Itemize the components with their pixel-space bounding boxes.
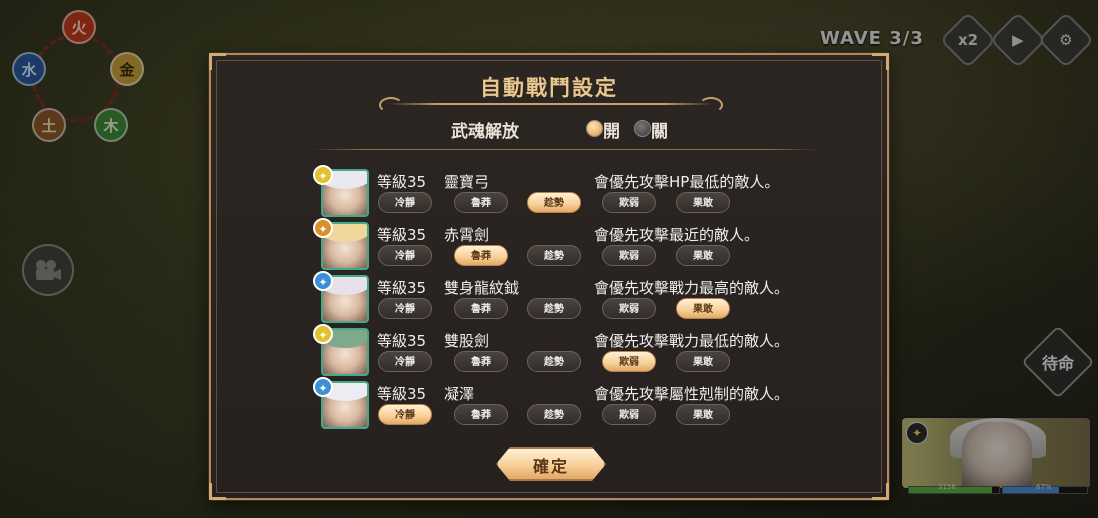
strategy-description: 會優先攻擊最近的敵人。	[594, 226, 760, 244]
strategy-weak-button[interactable]: 欺弱	[602, 298, 656, 319]
strategy-calm-button[interactable]: 冷靜	[378, 298, 432, 319]
character-level: 等級35	[377, 332, 427, 350]
soul-release-on-radio[interactable]	[586, 120, 603, 137]
strategy-trend-button[interactable]: 趁勢	[527, 404, 581, 425]
strategy-rash-button[interactable]: 魯莽	[454, 351, 508, 372]
strategy-bold-button[interactable]: 果敢	[676, 245, 730, 266]
soul-release-row: 武魂解放 開 關	[211, 117, 887, 143]
strategy-bold-button[interactable]: 果敢	[676, 351, 730, 372]
dialog-corner	[209, 483, 226, 500]
strategy-calm-button[interactable]: 冷靜	[378, 245, 432, 266]
strategy-description: 會優先攻擊戰力最高的敵人。	[594, 279, 790, 297]
ornament-curl	[699, 97, 723, 113]
strategy-rash-button[interactable]: 魯莽	[454, 245, 508, 266]
dialog-corner	[872, 483, 889, 500]
strategy-calm-button[interactable]: 冷靜	[378, 351, 432, 372]
confirm-button[interactable]: 確定	[496, 447, 606, 481]
strategy-weak-button[interactable]: 欺弱	[602, 351, 656, 372]
character-row: ✦ 等級35 凝澤 會優先攻擊屬性剋制的敵人。冷靜 魯莽 趁勢 欺弱 果敢	[311, 377, 811, 430]
soul-release-on-label[interactable]: 開	[603, 117, 620, 142]
strategy-description: 會優先攻擊戰力最低的敵人。	[594, 332, 790, 350]
strategy-rash-button[interactable]: 魯莽	[454, 192, 508, 213]
strategy-weak-button[interactable]: 欺弱	[602, 192, 656, 213]
weapon-type-icon: ✦	[313, 271, 333, 291]
dialog-corner	[872, 53, 889, 70]
weapon-name: 靈寶弓	[444, 173, 490, 191]
strategy-description: 會優先攻擊屬性剋制的敵人。	[594, 385, 790, 403]
auto-battle-dialog: 自動戰鬥設定 武魂解放 開 關 ✦ 等級35 靈寶弓 會優先攻擊HP最低的敵人。 冷靜魯…	[209, 53, 889, 500]
strategy-description: 會優先攻擊HP最低的敵人。	[594, 173, 780, 191]
strategy-calm-button[interactable]: 冷靜	[378, 192, 432, 213]
soul-release-off-label[interactable]: 關	[651, 117, 668, 142]
title-ornament	[379, 97, 723, 113]
divider	[311, 149, 819, 150]
character-level: 等級35	[377, 173, 427, 191]
confirm-label: 確定	[532, 457, 569, 476]
weapon-type-icon: ✦	[313, 165, 333, 185]
ornament-line	[389, 103, 713, 105]
character-level: 等級35	[377, 226, 427, 244]
soul-release-off-radio[interactable]	[634, 120, 651, 137]
character-row: ✦ 等級35 雙股劍 會優先攻擊戰力最低的敵人。冷靜 魯莽 趁勢 欺弱 果敢	[311, 324, 811, 377]
strategy-weak-button[interactable]: 欺弱	[602, 245, 656, 266]
weapon-name: 雙股劍	[444, 332, 490, 350]
character-list: ✦ 等級35 靈寶弓 會優先攻擊HP最低的敵人。 冷靜 魯莽 趁勢 欺弱 果敢 ✦ 等級35 赤霄劍會…	[311, 165, 811, 430]
strategy-rash-button[interactable]: 魯莽	[454, 298, 508, 319]
weapon-type-icon: ✦	[313, 377, 333, 397]
ornament-curl	[379, 97, 403, 113]
strategy-trend-button[interactable]: 趁勢	[527, 192, 581, 213]
soul-release-label: 武魂解放	[451, 122, 519, 142]
weapon-type-icon: ✦	[313, 324, 333, 344]
character-row: ✦ 等級35 雙身龍紋鉞 會優先攻擊戰力最高的敵人。冷靜 魯莽 趁勢 欺弱 果敢	[311, 271, 811, 324]
strategy-rash-button[interactable]: 魯莽	[454, 404, 508, 425]
dialog-corner	[209, 53, 226, 70]
weapon-type-icon: ✦	[313, 218, 333, 238]
strategy-calm-button[interactable]: 冷靜	[378, 404, 432, 425]
strategy-bold-button[interactable]: 果敢	[676, 192, 730, 213]
character-level: 等級35	[377, 279, 427, 297]
strategy-trend-button[interactable]: 趁勢	[527, 351, 581, 372]
weapon-name: 雙身龍紋鉞	[444, 279, 520, 297]
character-row: ✦ 等級35 赤霄劍 會優先攻擊最近的敵人。冷靜 魯莽 趁勢 欺弱 果敢	[311, 218, 811, 271]
strategy-trend-button[interactable]: 趁勢	[527, 245, 581, 266]
character-row: ✦ 等級35 靈寶弓 會優先攻擊HP最低的敵人。冷靜 魯莽 趁勢 欺弱 果敢	[311, 165, 811, 218]
character-level: 等級35	[377, 385, 427, 403]
weapon-name: 凝澤	[444, 385, 475, 403]
strategy-weak-button[interactable]: 欺弱	[602, 404, 656, 425]
weapon-name: 赤霄劍	[444, 226, 490, 244]
strategy-bold-button[interactable]: 果敢	[676, 298, 730, 319]
strategy-bold-button[interactable]: 果敢	[676, 404, 730, 425]
strategy-trend-button[interactable]: 趁勢	[527, 298, 581, 319]
